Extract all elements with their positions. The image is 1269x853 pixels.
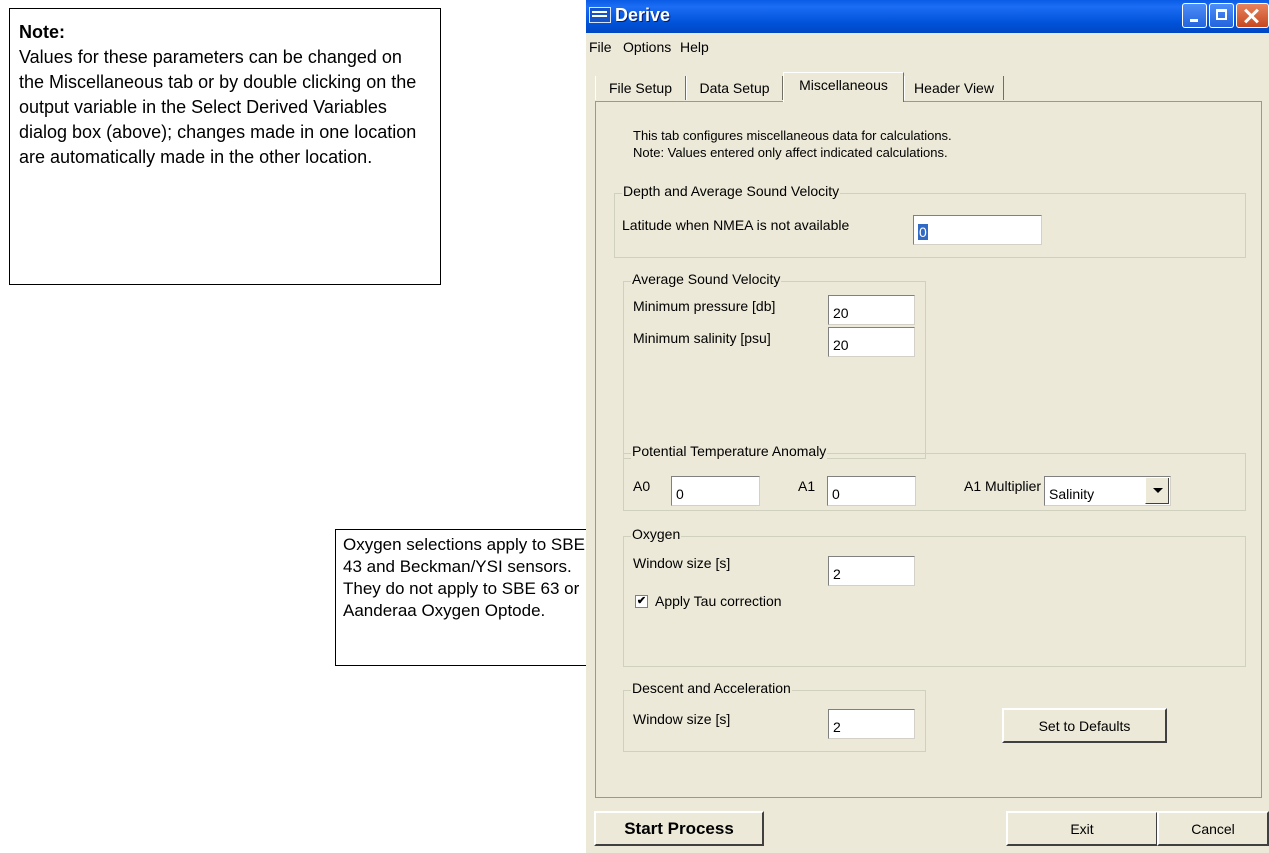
a0-input[interactable]: 0 [671,476,760,506]
average-sound-velocity-group: Average Sound Velocity Minimum pressure … [623,271,926,459]
minimize-button[interactable] [1182,3,1207,28]
close-button[interactable] [1236,3,1269,28]
derive-window: Derive File Options Help File Setup Data… [586,0,1269,853]
tau-correction-checkbox[interactable]: ✔ [635,595,648,608]
menu-bar: File Options Help [586,33,1269,59]
a1-multiplier-select[interactable]: Salinity [1044,476,1171,506]
start-process-button[interactable]: Start Process [594,811,764,846]
a1-label: A1 [798,478,816,494]
app-icon [589,7,611,23]
min-salinity-label: Minimum salinity [psu] [633,330,771,346]
note-title: Note: [19,22,65,42]
note-body: Values for these parameters can be chang… [19,47,417,167]
group-title: Oxygen [631,526,682,542]
min-pressure-label: Minimum pressure [db] [633,298,776,314]
tab-miscellaneous[interactable]: Miscellaneous [783,72,904,102]
tab-data-setup[interactable]: Data Setup [686,76,783,100]
tab-header-view[interactable]: Header View [904,76,1004,100]
latitude-label: Latitude when NMEA is not available [622,217,850,233]
a0-label: A0 [633,478,651,494]
oxygen-window-input[interactable]: 2 [828,556,915,586]
menu-options[interactable]: Options [623,39,671,55]
group-title: Depth and Average Sound Velocity [622,183,841,199]
title-bar[interactable]: Derive [586,0,1269,33]
note-box: Note: Values for these parameters can be… [9,8,441,285]
oxygen-window-label: Window size [s] [633,555,731,571]
a1-multiplier-label: A1 Multiplier [964,478,1042,494]
tau-correction-label: Apply Tau correction [655,593,782,609]
depth-sound-velocity-group: Depth and Average Sound Velocity Latitud… [614,183,1246,258]
exit-button[interactable]: Exit [1006,811,1158,846]
group-title: Average Sound Velocity [631,271,782,287]
descent-window-label: Window size [s] [633,711,731,727]
latitude-value: 0 [918,224,928,240]
info-text-line2: Note: Values entered only affect indicat… [633,145,948,160]
window-title: Derive [615,5,671,25]
potential-temp-anomaly-group: Potential Temperature Anomaly A0 0 A1 0 … [623,443,1246,511]
group-title: Descent and Acceleration [631,680,792,696]
min-salinity-input[interactable]: 20 [828,327,915,357]
info-text-line1: This tab configures miscellaneous data f… [633,128,952,143]
group-title: Potential Temperature Anomaly [631,443,828,459]
oxygen-group: Oxygen Window size [s] 2 ✔ Apply Tau cor… [623,526,1246,667]
a1-input[interactable]: 0 [827,476,916,506]
cancel-button[interactable]: Cancel [1157,811,1269,846]
menu-file[interactable]: File [589,39,612,55]
maximize-button[interactable] [1209,3,1234,28]
descent-window-input[interactable]: 2 [828,709,915,739]
latitude-input[interactable]: 0 [913,215,1042,245]
descent-acceleration-group: Descent and Acceleration Window size [s]… [623,680,926,752]
oxygen-callout: Oxygen selections apply to SBE 43 and Be… [335,529,610,666]
a1-multiplier-value: Salinity [1049,486,1095,502]
set-to-defaults-button[interactable]: Set to Defaults [1002,708,1167,743]
chevron-down-icon[interactable] [1145,478,1169,504]
tab-file-setup[interactable]: File Setup [595,76,686,100]
min-pressure-input[interactable]: 20 [828,295,915,325]
menu-help[interactable]: Help [680,39,709,55]
